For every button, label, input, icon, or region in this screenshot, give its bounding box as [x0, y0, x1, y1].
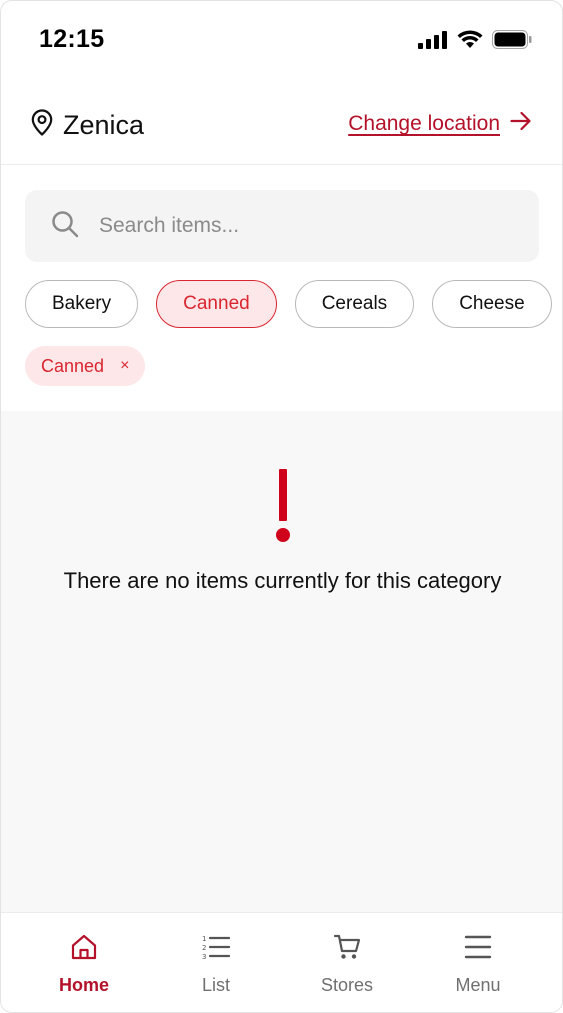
location-city: Zenica — [63, 109, 145, 140]
arrow-right-icon — [510, 111, 532, 137]
svg-text:2: 2 — [202, 944, 206, 952]
change-location-label: Change location — [348, 112, 500, 135]
nav-home-label: Home — [58, 975, 109, 995]
nav-menu[interactable]: Menu — [423, 931, 533, 996]
hamburger-menu-icon — [464, 931, 492, 963]
numbered-list-icon: 1 2 3 — [202, 931, 230, 963]
search-icon — [51, 210, 79, 243]
items-content-area: There are no items currently for this ca… — [1, 411, 562, 913]
exclamation-icon — [271, 469, 295, 545]
cart-icon — [333, 931, 361, 963]
nav-menu-label: Menu — [455, 975, 501, 995]
nav-stores[interactable]: Stores — [292, 931, 402, 996]
wifi-icon — [457, 30, 483, 54]
status-bar: 12:15 — [1, 1, 562, 83]
nav-home[interactable]: Home — [29, 931, 139, 996]
category-chip-cheese[interactable]: Cheese — [432, 280, 552, 328]
nav-stores-label: Stores — [320, 975, 374, 995]
category-chip-cereals[interactable]: Cereals — [294, 280, 415, 328]
cellular-signal-icon — [418, 30, 448, 54]
nav-list-label: List — [201, 975, 230, 995]
active-filter-tag: Canned × — [25, 346, 146, 386]
empty-state-message: There are no items currently for this ca… — [63, 568, 502, 593]
map-pin-icon — [31, 109, 53, 141]
category-chip-bakery[interactable]: Bakery — [25, 280, 139, 328]
search-box[interactable] — [25, 190, 539, 262]
home-icon — [70, 931, 98, 963]
category-chip-canned[interactable]: Canned — [156, 280, 277, 328]
battery-icon — [492, 30, 532, 54]
app-screen: 12:15 Zenica Change location Search item… — [0, 0, 563, 1013]
category-chips: Bakery Canned Cereals Cheese — [25, 280, 552, 328]
bottom-navigation: Home 1 2 3 List Stores Menu — [1, 912, 562, 1012]
status-icons — [418, 30, 532, 54]
svg-text:1: 1 — [202, 935, 206, 943]
nav-list[interactable]: 1 2 3 List — [161, 931, 271, 996]
search-input[interactable] — [99, 214, 499, 238]
active-filter-label: Canned — [41, 355, 105, 376]
remove-filter-button[interactable]: × — [120, 358, 129, 374]
current-location: Zenica — [31, 109, 144, 141]
status-time: 12:15 — [39, 25, 105, 53]
svg-text:3: 3 — [202, 953, 206, 961]
location-header: Zenica Change location — [1, 83, 562, 165]
change-location-link[interactable]: Change location — [348, 111, 532, 137]
